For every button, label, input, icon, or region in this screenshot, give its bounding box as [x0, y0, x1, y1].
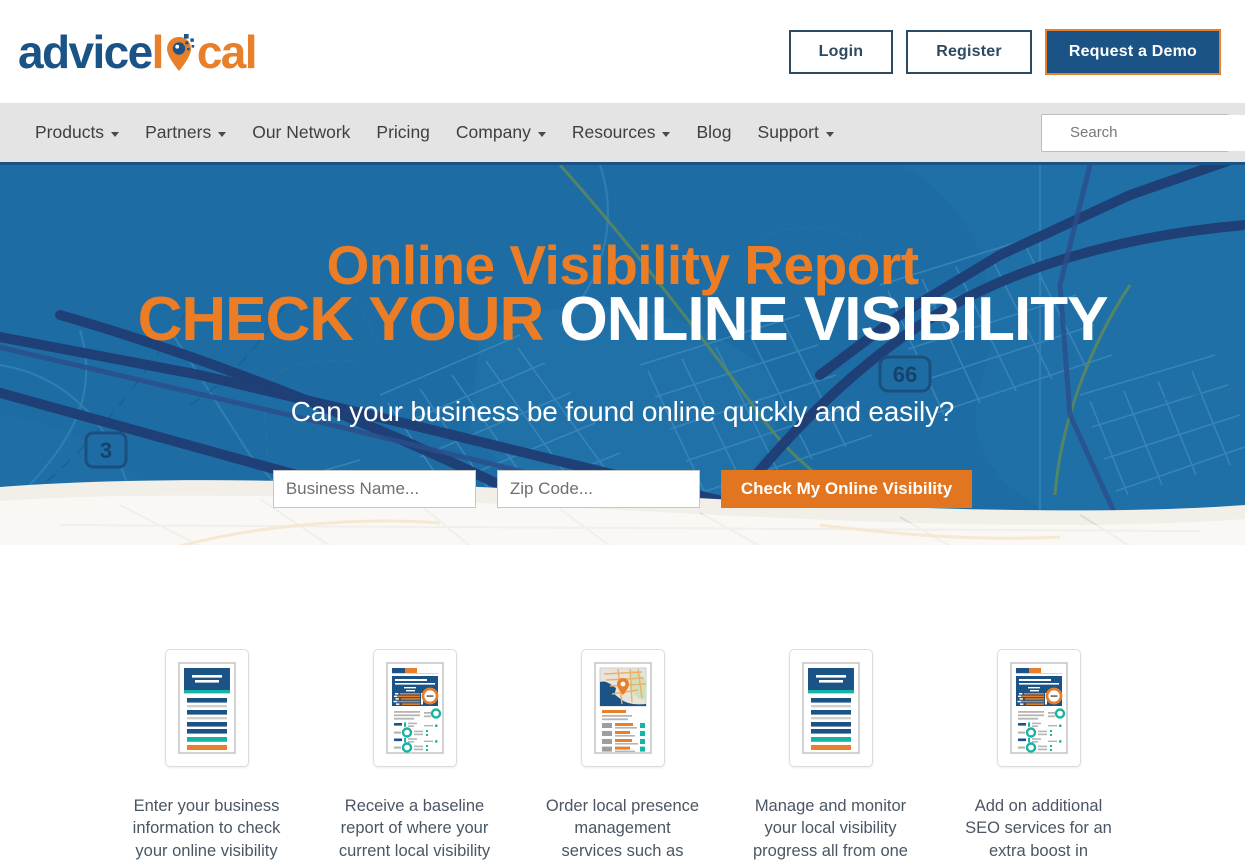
feature-item-2: Receive a baseline report of where your …	[311, 649, 519, 865]
report-document-icon	[801, 662, 860, 754]
nav-item-partners[interactable]: Partners	[132, 116, 239, 149]
chevron-down-icon	[218, 131, 227, 137]
nav-item-pricing[interactable]: Pricing	[363, 116, 443, 149]
report-document-icon	[177, 662, 236, 754]
feature-caption: Enter your business information to check…	[132, 797, 281, 865]
logo-text-advice: advice	[18, 25, 153, 78]
feature-icon-box	[164, 649, 249, 767]
nav-item-products[interactable]: Products	[22, 116, 132, 149]
feature-icon-box	[996, 649, 1081, 767]
nav-item-list: Products Partners Our Network Pricing Co…	[22, 116, 847, 149]
nav-item-resources[interactable]: Resources	[559, 116, 684, 149]
nav-item-label: Company	[455, 122, 531, 142]
logo-wordmark: advice l cal	[18, 25, 258, 78]
nav-item-blog[interactable]: Blog	[683, 116, 744, 149]
feature-list: Enter your business information to check…	[0, 625, 1245, 865]
visibility-check-form: Check My Online Visibility	[0, 470, 1245, 508]
site-logo[interactable]: advice l cal	[18, 22, 258, 82]
feature-item-4: Manage and monitor your local visibility…	[727, 649, 935, 865]
chevron-down-icon	[662, 131, 671, 137]
request-demo-button[interactable]: Request a Demo	[1044, 28, 1221, 75]
feature-caption: Add on additional SEO services for an ex…	[965, 797, 1112, 865]
logo-text-l: l	[151, 25, 165, 78]
logo-text-cal: cal	[196, 25, 258, 78]
hero-title: CHECK YOUR ONLINE VISIBILITY	[137, 285, 1109, 354]
hero-subtitle: Can your business be found online quickl…	[290, 396, 955, 428]
search-input[interactable]	[1052, 114, 1245, 151]
zip-code-input[interactable]	[496, 470, 700, 508]
hero-wave-divider	[0, 545, 1245, 625]
svg-text:3: 3	[100, 438, 112, 463]
feature-item-3: Order local presence management services…	[519, 649, 727, 865]
chevron-down-icon	[537, 131, 546, 137]
hero-title-white: ONLINE VISIBILITY	[559, 285, 1108, 354]
nav-item-label: Pricing	[376, 122, 430, 142]
nav-item-support[interactable]: Support	[745, 116, 847, 149]
nav-item-label: Partners	[145, 122, 212, 142]
top-bar-actions: Login Register Request a Demo	[788, 28, 1221, 75]
analytics-report-icon	[385, 662, 444, 754]
feature-caption: Receive a baseline report of where your …	[338, 797, 491, 865]
register-button[interactable]: Register	[906, 29, 1032, 74]
nav-item-label: Blog	[696, 122, 732, 142]
nav-item-label: Support	[757, 122, 819, 142]
map-listing-icon	[593, 662, 652, 754]
feature-icon-box	[788, 649, 873, 767]
feature-caption: Manage and monitor your local visibility…	[753, 797, 908, 865]
analytics-report-icon	[1009, 662, 1068, 754]
nav-item-our-network[interactable]: Our Network	[239, 116, 363, 149]
nav-item-label: Products	[35, 122, 105, 142]
feature-caption: Order local presence management services…	[545, 797, 700, 865]
feature-icon-box	[372, 649, 457, 767]
nav-item-company[interactable]: Company	[443, 116, 559, 149]
hero-content: Online Visibility Report CHECK YOUR ONLI…	[0, 165, 1245, 428]
chevron-down-icon	[111, 131, 120, 137]
nav-item-label: Resources	[571, 122, 656, 142]
feature-item-5: Add on additional SEO services for an ex…	[935, 649, 1143, 865]
top-bar: advice l cal Login Register Request a Dem…	[0, 0, 1245, 103]
login-button[interactable]: Login	[788, 29, 894, 74]
chevron-down-icon	[825, 131, 834, 137]
business-name-input[interactable]	[272, 470, 476, 508]
main-navigation: Products Partners Our Network Pricing Co…	[0, 103, 1245, 165]
check-visibility-button[interactable]: Check My Online Visibility	[720, 470, 973, 508]
hero-title-orange: CHECK YOUR	[137, 285, 545, 354]
feature-icon-box	[580, 649, 665, 767]
map-pin-icon	[163, 29, 197, 75]
search-box	[1041, 113, 1245, 152]
feature-item-1: Enter your business information to check…	[103, 649, 311, 865]
nav-item-label: Our Network	[252, 122, 351, 142]
highway-shield-3: 3	[84, 431, 128, 469]
